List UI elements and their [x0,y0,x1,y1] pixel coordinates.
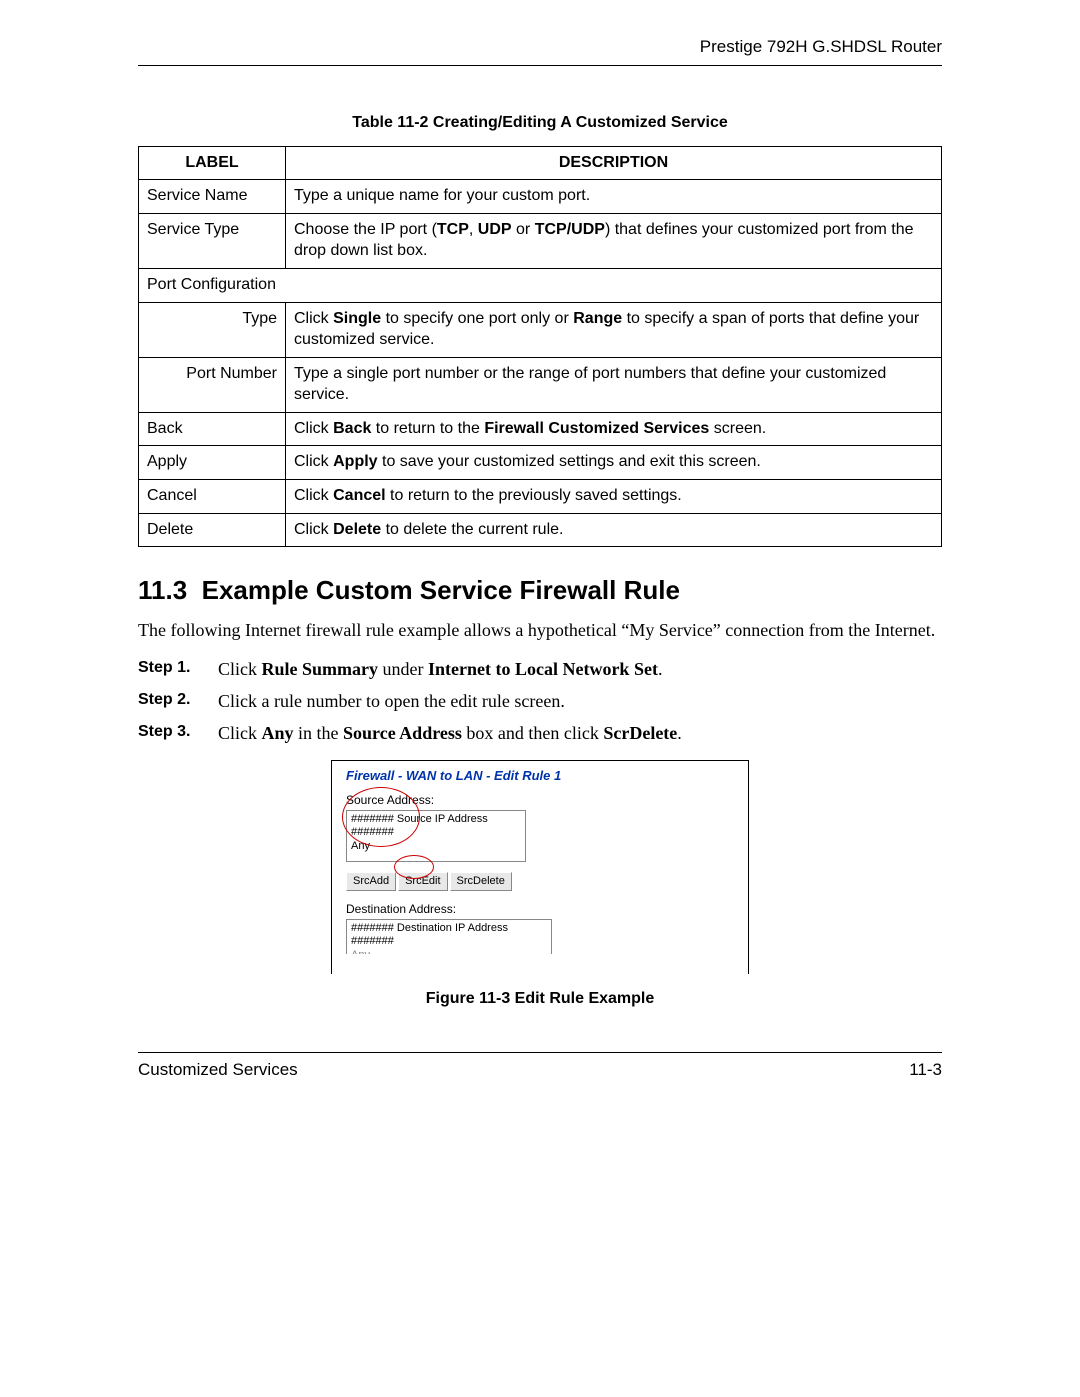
figure-caption: Figure 11-3 Edit Rule Example [331,988,749,1010]
step-2: Step 2. Click a rule number to open the … [138,689,942,713]
col-label: LABEL [139,146,286,180]
footer-right: 11-3 [909,1059,942,1082]
cell-desc: Type a single port number or the range o… [286,357,942,412]
table-row: Type Click Single to specify one port on… [139,302,942,357]
cell-span: Port Configuration [139,268,942,302]
cell-label: Type [139,302,286,357]
table-row: Port Configuration [139,268,942,302]
cell-label: Service Name [139,180,286,214]
destination-address-label: Destination Address: [346,901,740,917]
cell-desc: Click Single to specify one port only or… [286,302,942,357]
src-delete-button[interactable]: SrcDelete [450,872,512,891]
table-row: Apply Click Apply to save your customize… [139,446,942,480]
spec-table: LABEL DESCRIPTION Service Name Type a un… [138,146,942,548]
footer-left: Customized Services [138,1059,298,1082]
cell-label: Port Number [139,357,286,412]
listbox-line: Any [351,949,547,955]
cell-desc: Click Cancel to return to the previously… [286,480,942,514]
cell-desc: Type a unique name for your custom port. [286,180,942,214]
cell-desc: Click Back to return to the Firewall Cus… [286,412,942,446]
table-row: Cancel Click Cancel to return to the pre… [139,480,942,514]
figure-screenshot: Firewall - WAN to LAN - Edit Rule 1 Sour… [331,760,749,975]
step-label: Step 1. [138,657,206,681]
table-caption: Table 11-2 Creating/Editing A Customized… [138,112,942,134]
cell-label: Cancel [139,480,286,514]
cell-label: Delete [139,513,286,547]
destination-address-listbox[interactable]: ####### Destination IP Address ####### A… [346,919,552,954]
table-row: Port Number Type a single port number or… [139,357,942,412]
table-row: Service Type Choose the IP port (TCP, UD… [139,213,942,268]
col-description: DESCRIPTION [286,146,942,180]
table-header-row: LABEL DESCRIPTION [139,146,942,180]
cell-label: Back [139,412,286,446]
table-row: Back Click Back to return to the Firewal… [139,412,942,446]
step-label: Step 2. [138,689,206,713]
annotation-ellipse-2 [394,855,434,879]
step-1: Step 1. Click Rule Summary under Interne… [138,657,942,681]
step-text: Click a rule number to open the edit rul… [218,689,942,713]
page-footer: Customized Services 11-3 [138,1052,942,1082]
cell-label: Apply [139,446,286,480]
cell-desc: Click Delete to delete the current rule. [286,513,942,547]
cell-label: Service Type [139,213,286,268]
figure-wrap: Firewall - WAN to LAN - Edit Rule 1 Sour… [331,760,749,1010]
table-row: Service Name Type a unique name for your… [139,180,942,214]
table-row: Delete Click Delete to delete the curren… [139,513,942,547]
steps-list: Step 1. Click Rule Summary under Interne… [138,657,942,746]
listbox-line: ####### Destination IP Address ####### [351,922,547,948]
figure-title: Firewall - WAN to LAN - Edit Rule 1 [346,767,740,785]
cell-desc: Choose the IP port (TCP, UDP or TCP/UDP)… [286,213,942,268]
page-header: Prestige 792H G.SHDSL Router [138,36,942,66]
step-label: Step 3. [138,721,206,745]
step-text: Click Rule Summary under Internet to Loc… [218,657,942,681]
section-heading: 11.3 Example Custom Service Firewall Rul… [138,573,942,608]
section-intro: The following Internet firewall rule exa… [138,618,942,642]
src-add-button[interactable]: SrcAdd [346,872,396,891]
step-text: Click Any in the Source Address box and … [218,721,942,745]
document-page: Prestige 792H G.SHDSL Router Table 11-2 … [0,0,1080,1397]
cell-desc: Click Apply to save your customized sett… [286,446,942,480]
annotation-ellipse-1 [342,787,420,847]
step-3: Step 3. Click Any in the Source Address … [138,721,942,745]
